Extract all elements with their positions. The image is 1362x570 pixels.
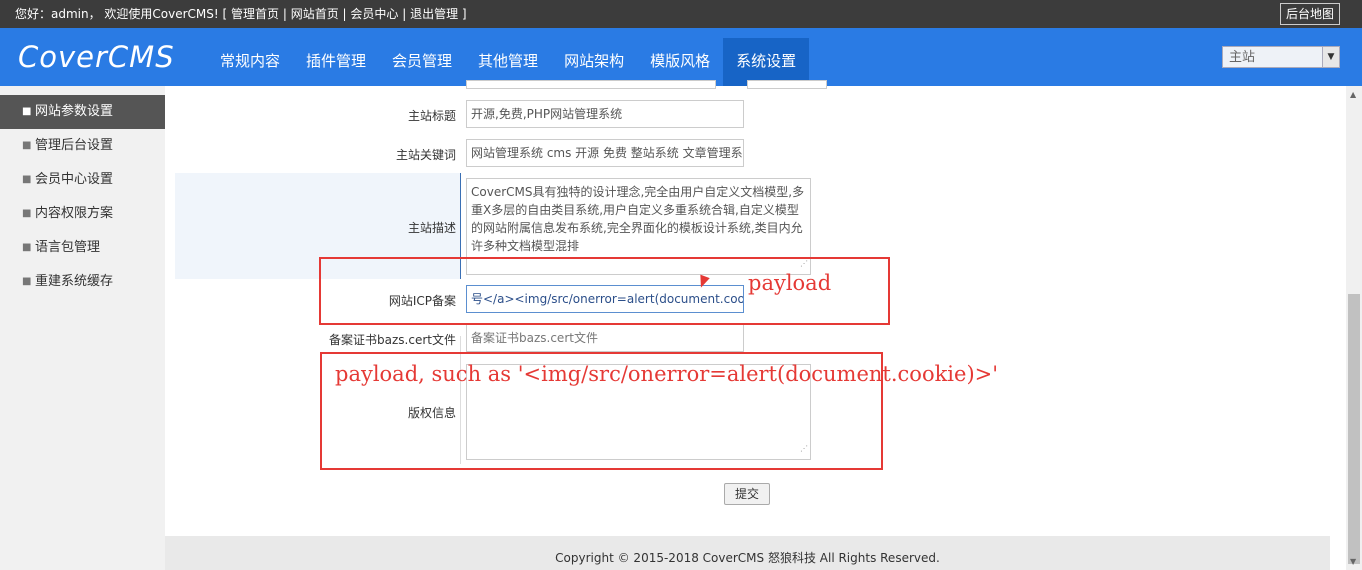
- link-admin-home[interactable]: 管理首页: [231, 7, 279, 21]
- scroll-down-icon[interactable]: ▼: [1350, 557, 1356, 566]
- sidebar-item-label: 会员中心设置: [35, 172, 114, 187]
- nav-item-system-settings[interactable]: 系统设置: [723, 38, 810, 86]
- cert-input[interactable]: 备案证书bazs.cert文件: [466, 324, 744, 352]
- link-member-center[interactable]: 会员中心: [350, 7, 398, 21]
- description-label: 主站描述: [407, 221, 456, 235]
- submit-button[interactable]: 提交: [724, 483, 770, 505]
- link-logout[interactable]: 退出管理: [410, 7, 458, 21]
- bullet-icon: ■: [22, 242, 32, 253]
- separator: |: [279, 7, 291, 21]
- sidebar-item-member-settings[interactable]: ■ 会员中心设置: [0, 163, 165, 197]
- nav-item-plugins[interactable]: 插件管理: [293, 38, 379, 86]
- sidebar-item-label: 管理后台设置: [35, 138, 114, 153]
- bullet-icon: ■: [22, 106, 32, 117]
- nav-item-templates[interactable]: 模版风格: [637, 38, 723, 86]
- description-text: CoverCMS具有独特的设计理念,完全由用户自定义文档模型,多重X多层的自由类…: [471, 185, 805, 253]
- sidebar-item-label: 内容权限方案: [35, 206, 114, 221]
- sidebar-item-label: 重建系统缓存: [35, 274, 114, 289]
- bullet-icon: ■: [22, 140, 32, 151]
- scroll-up-icon[interactable]: ▲: [1350, 90, 1356, 99]
- keywords-input[interactable]: 网站管理系统 cms 开源 免费 整站系统 文章管理系统: [466, 139, 744, 167]
- annotation-payload: payload: [748, 271, 832, 295]
- sidebar: ■ 网站参数设置 ■ 管理后台设置 ■ 会员中心设置 ■ 内容权限方案 ■ 语言…: [0, 86, 165, 570]
- sidebar-item-label: 语言包管理: [35, 240, 101, 255]
- top-bar: 您好：admin， 欢迎使用CoverCMS! [ 管理首页 | 网站首页 | …: [0, 0, 1362, 28]
- chevron-down-icon[interactable]: ▼: [1322, 47, 1339, 67]
- sidebar-item-language[interactable]: ■ 语言包管理: [0, 231, 165, 265]
- scrollbar-thumb[interactable]: [1348, 294, 1360, 564]
- separator: |: [338, 7, 351, 21]
- sidebar-item-site-params[interactable]: ■ 网站参数设置: [0, 95, 165, 129]
- separator: |: [398, 7, 411, 21]
- site-select[interactable]: 主站 ▼: [1222, 46, 1340, 68]
- bullet-icon: ■: [22, 208, 32, 219]
- link-site-home[interactable]: 网站首页: [291, 7, 339, 21]
- scrolled-field: [747, 80, 827, 89]
- bullet-icon: ■: [22, 276, 32, 287]
- sidebar-item-rebuild-cache[interactable]: ■ 重建系统缓存: [0, 265, 165, 299]
- nav-item-architecture[interactable]: 网站架构: [551, 38, 637, 86]
- title-input[interactable]: 开源,免费,PHP网站管理系统: [466, 100, 744, 128]
- nav-item-content[interactable]: 常规内容: [207, 38, 293, 86]
- sidebar-item-admin-settings[interactable]: ■ 管理后台设置: [0, 129, 165, 163]
- nav-item-members[interactable]: 会员管理: [379, 38, 465, 86]
- bracket-close: ]: [458, 7, 467, 21]
- welcome-greeting: 您好：admin， 欢迎使用CoverCMS! [: [15, 7, 232, 21]
- footer: Copyright © 2015-2018 CoverCMS 怒狼科技 All …: [165, 536, 1330, 570]
- sitemap-button[interactable]: 后台地图: [1279, 3, 1340, 25]
- nav-item-other[interactable]: 其他管理: [465, 38, 551, 86]
- page-scrollbar[interactable]: ▲ ▼: [1346, 86, 1362, 570]
- keywords-label: 主站关键词: [395, 148, 456, 162]
- welcome-text: 您好：admin， 欢迎使用CoverCMS! [ 管理首页 | 网站首页 | …: [15, 0, 467, 28]
- bullet-icon: ■: [22, 174, 32, 185]
- title-label: 主站标题: [407, 109, 456, 123]
- footer-copyright: Copyright © 2015-2018 CoverCMS 怒狼科技 All …: [555, 551, 940, 565]
- logo: CoverCMS: [18, 40, 175, 74]
- sidebar-item-permissions[interactable]: ■ 内容权限方案: [0, 197, 165, 231]
- scrolled-field: [466, 80, 716, 89]
- annotation-payload-example: payload, such as '<img/src/onerror=alert…: [335, 362, 999, 386]
- cert-label: 备案证书bazs.cert文件: [329, 333, 456, 347]
- nav-menu: 常规内容 插件管理 会员管理 其他管理 网站架构 模版风格 系统设置: [207, 28, 810, 86]
- sidebar-item-label: 网站参数设置: [35, 104, 114, 119]
- main-nav: CoverCMS 常规内容 插件管理 会员管理 其他管理 网站架构 模版风格 系…: [0, 28, 1362, 86]
- site-select-value: 主站: [1229, 50, 1256, 65]
